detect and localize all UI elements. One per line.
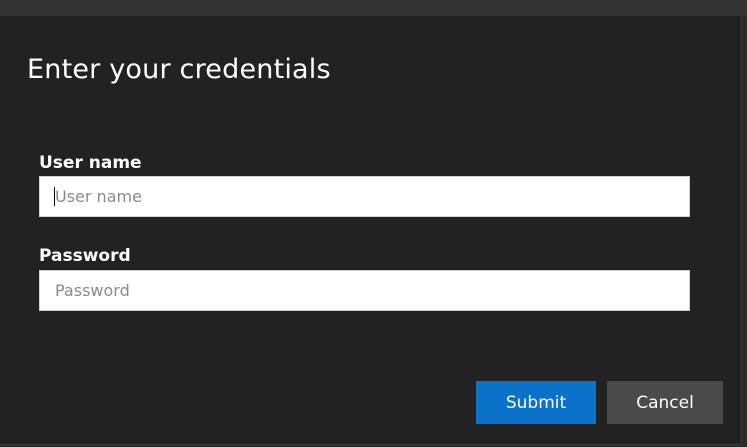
- dialog-title: Enter your credentials: [27, 54, 331, 85]
- username-input[interactable]: [39, 176, 690, 217]
- text-caret: [54, 187, 55, 206]
- password-label: Password: [39, 246, 131, 266]
- password-input[interactable]: [39, 270, 690, 311]
- username-label: User name: [39, 153, 142, 173]
- cancel-button[interactable]: Cancel: [607, 381, 723, 424]
- submit-button[interactable]: Submit: [476, 381, 596, 424]
- credentials-dialog: Enter your credentials User name Passwor…: [0, 16, 742, 445]
- title-bar-strip: [0, 0, 747, 16]
